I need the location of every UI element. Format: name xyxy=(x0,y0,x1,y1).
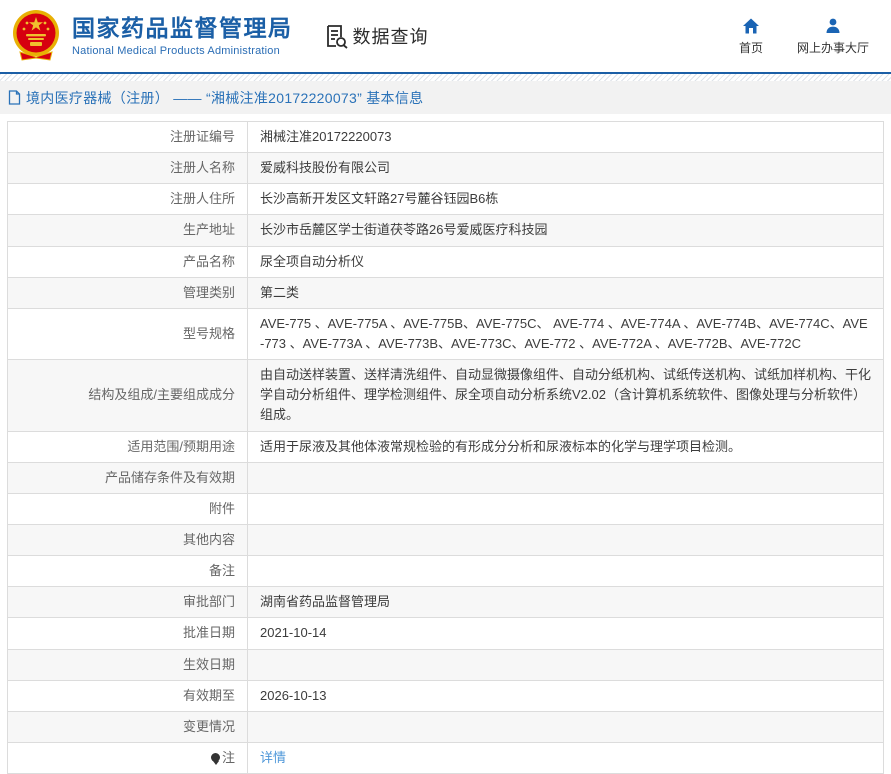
row-label: 管理类别 xyxy=(7,276,248,309)
row-label: 审批部门 xyxy=(7,586,248,619)
row-label: 产品名称 xyxy=(7,245,248,278)
row-value xyxy=(247,648,884,681)
row-value: 详情 xyxy=(247,741,884,774)
national-emblem-icon xyxy=(13,10,59,61)
table-row: 其他内容 xyxy=(7,523,884,557)
row-value: 2026-10-13 xyxy=(247,679,884,712)
table-row: 注详情 xyxy=(7,741,884,774)
table-row: 结构及组成/主要组成成分 由自动送样装置、送样清洗组件、自动显微摄像组件、自动分纸… xyxy=(7,359,884,432)
row-value: 爱威科技股份有限公司 xyxy=(247,152,884,185)
row-label: 附件 xyxy=(7,492,248,525)
data-query-section: 数据查询 xyxy=(323,23,429,49)
table-row: 注册人住所 长沙高新开发区文轩路27号麓谷钰园B6栋 xyxy=(7,183,884,216)
nav-online-hall-label: 网上办事大厅 xyxy=(796,40,869,55)
table-row: 变更情况 xyxy=(7,710,884,743)
row-label: 备注 xyxy=(7,555,248,588)
row-label: 有效期至 xyxy=(7,679,248,712)
row-label: 生效日期 xyxy=(7,648,248,681)
hatch-band xyxy=(0,74,891,81)
table-row: 生效日期 xyxy=(7,648,884,681)
note-icon xyxy=(210,752,220,765)
row-label: 变更情况 xyxy=(7,710,248,743)
detail-link[interactable]: 详情 xyxy=(260,750,286,765)
table-row: 批准日期 2021-10-14 xyxy=(7,617,884,650)
table-row: 有效期至 2026-10-13 xyxy=(7,679,884,712)
breadcrumb-text: 境内医疗器械（注册） —— “湘械注准20172220073” 基本信息 xyxy=(26,89,424,106)
row-label: 适用范围/预期用途 xyxy=(7,430,248,463)
row-value: 由自动送样装置、送样清洗组件、自动显微摄像组件、自动分纸机构、试纸传送机构、试纸… xyxy=(247,359,884,432)
info-table: 注册证编号 湘械注准20172220073 注册人名称 爱威科技股份有限公司 注册人住所… xyxy=(7,120,884,774)
table-row: 附件 xyxy=(7,492,884,525)
row-value: 尿全项自动分析仪 xyxy=(247,245,884,278)
row-label: 型号规格 xyxy=(7,307,248,361)
nav-online-hall[interactable]: 网上办事大厅 xyxy=(797,17,869,56)
row-value xyxy=(247,710,884,743)
row-value: 2021-10-14 xyxy=(247,617,884,650)
site-title: 国家药品监督管理局 xyxy=(72,15,293,42)
table-row: 适用范围/预期用途 适用于尿液及其他体液常规检验的有形成分分析和尿液标本的化学与理… xyxy=(7,430,884,463)
row-label: 注 xyxy=(7,741,248,774)
person-icon xyxy=(826,18,840,33)
top-nav: 首页 网上办事大厅 xyxy=(739,17,869,56)
site-title-stack: 国家药品监督管理局 National Medical Products Admi… xyxy=(72,15,293,56)
row-value xyxy=(247,555,884,588)
nav-home[interactable]: 首页 xyxy=(739,17,763,56)
site-subtitle: National Medical Products Administration xyxy=(72,44,280,57)
info-table-body: 注册证编号 湘械注准20172220073 注册人名称 爱威科技股份有限公司 注册人住所… xyxy=(7,120,884,774)
document-icon xyxy=(8,90,21,105)
row-label: 注册证编号 xyxy=(7,120,248,154)
row-value: 第二类 xyxy=(247,276,884,309)
table-row: 审批部门 湖南省药品监督管理局 xyxy=(7,586,884,619)
row-label: 生产地址 xyxy=(7,214,248,247)
row-value: 长沙高新开发区文轩路27号麓谷钰园B6栋 xyxy=(247,183,884,216)
row-value: AVE-775 、AVE-775A 、AVE-775B、AVE-775C、 AV… xyxy=(247,307,884,361)
table-row: 产品储存条件及有效期 xyxy=(7,461,884,494)
page-header: 国家药品监督管理局 National Medical Products Admi… xyxy=(0,0,891,72)
site-logo: 国家药品监督管理局 National Medical Products Admi… xyxy=(10,8,293,64)
row-value: 适用于尿液及其他体液常规检验的有形成分分析和尿液标本的化学与理学项目检测。 xyxy=(247,430,884,463)
content-area: 注册证编号 湘械注准20172220073 注册人名称 爱威科技股份有限公司 注册人住所… xyxy=(0,120,891,774)
data-query-icon xyxy=(326,25,348,49)
row-value: 长沙市岳麓区学士街道茯苓路26号爱威医疗科技园 xyxy=(247,214,884,247)
table-row: 注册证编号 湘械注准20172220073 xyxy=(7,120,884,154)
row-value xyxy=(247,461,884,494)
breadcrumb: 境内医疗器械（注册） —— “湘械注准20172220073” 基本信息 xyxy=(0,81,891,114)
row-label: 批准日期 xyxy=(7,617,248,650)
home-icon xyxy=(742,18,759,33)
row-label: 其他内容 xyxy=(7,523,248,557)
table-row: 管理类别 第二类 xyxy=(7,276,884,309)
row-label: 产品储存条件及有效期 xyxy=(7,461,248,494)
row-label: 结构及组成/主要组成成分 xyxy=(7,359,248,432)
row-value xyxy=(247,492,884,525)
nav-home-label: 首页 xyxy=(738,40,763,55)
table-row: 备注 xyxy=(7,555,884,588)
table-row: 注册人名称 爱威科技股份有限公司 xyxy=(7,152,884,185)
row-label: 注册人住所 xyxy=(7,183,248,216)
table-row: 型号规格 AVE-775 、AVE-775A 、AVE-775B、AVE-775C… xyxy=(7,307,884,361)
row-value: 湖南省药品监督管理局 xyxy=(247,586,884,619)
row-value: 湘械注准20172220073 xyxy=(247,120,884,154)
table-row: 产品名称 尿全项自动分析仪 xyxy=(7,245,884,278)
data-query-label: 数据查询 xyxy=(352,27,429,47)
row-value xyxy=(247,523,884,557)
table-row: 生产地址 长沙市岳麓区学士街道茯苓路26号爱威医疗科技园 xyxy=(7,214,884,247)
row-label: 注册人名称 xyxy=(7,152,248,185)
